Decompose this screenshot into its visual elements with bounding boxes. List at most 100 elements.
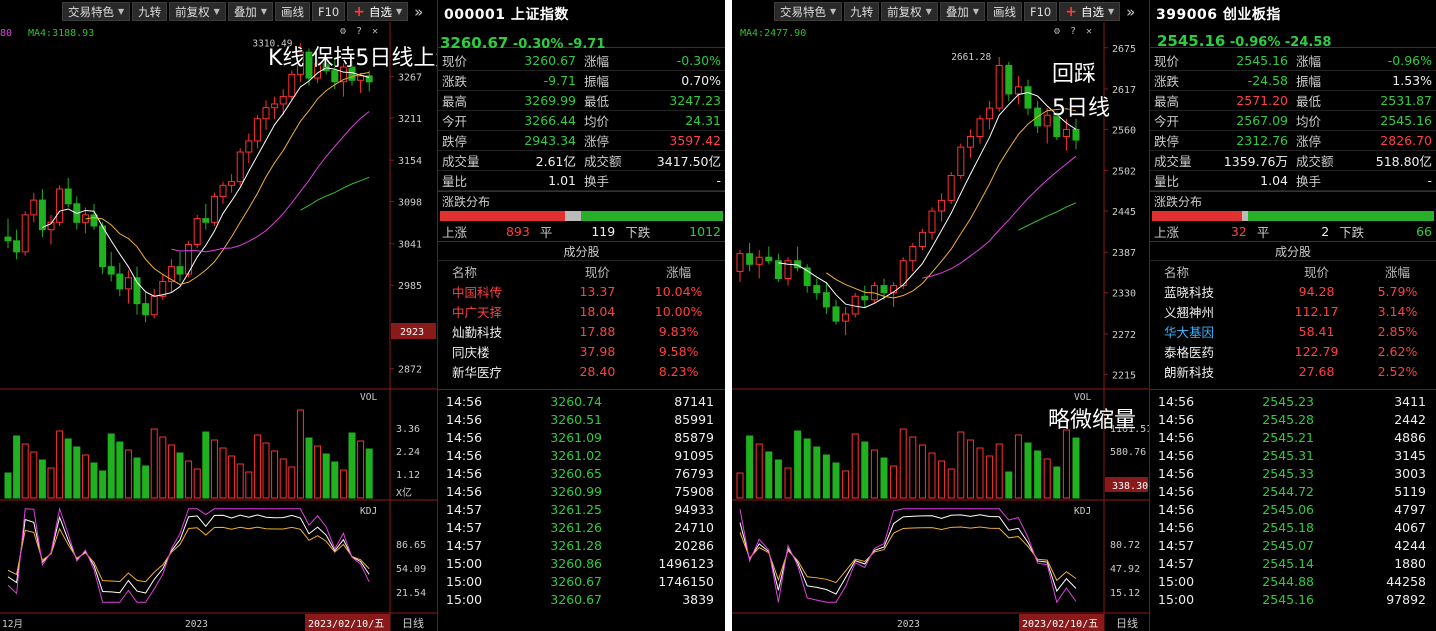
candle-body xyxy=(288,73,296,98)
tick-row: 14:56 2545.06 4797 xyxy=(1150,500,1436,518)
candle-body xyxy=(1014,86,1022,95)
field-value: 3247.23 xyxy=(669,93,721,108)
vol-bar xyxy=(1024,442,1032,499)
annotation-text: K线 保持5日线上走 xyxy=(268,46,458,71)
price-tick-label: 2985 xyxy=(398,281,422,292)
tick-volume: 3003 xyxy=(1394,465,1426,481)
tick-price: 3260.65 xyxy=(550,465,602,481)
field-value: 2571.20 xyxy=(1236,93,1288,108)
component-row[interactable]: 中广天择 18.04 10.00% xyxy=(438,301,725,321)
tick-price: 2544.72 xyxy=(1262,483,1314,499)
component-row[interactable]: 泰格医药 122.79 2.62% xyxy=(1150,341,1436,361)
candle-body xyxy=(966,136,974,148)
field-label: 今开 xyxy=(1154,114,1180,129)
component-row[interactable]: 朗新科技 27.68 2.52% xyxy=(1150,361,1436,381)
candle-body xyxy=(813,285,821,294)
vol-bar xyxy=(947,468,955,499)
tick-price: 2545.07 xyxy=(1262,537,1314,553)
field-value: 3266.44 xyxy=(524,113,576,128)
right-quote-panel: 399006 创业板指 2545.16 -0.96% -24.58 现价 2545… xyxy=(1149,0,1436,631)
tick-row: 14:56 3260.99 75908 xyxy=(438,482,725,500)
xaxis-year: 2023 xyxy=(897,619,920,630)
stock-price: 122.79 xyxy=(1294,343,1339,359)
tick-time: 14:56 xyxy=(446,483,483,499)
tick-volume: 44258 xyxy=(1386,573,1426,589)
candle-body xyxy=(210,195,218,223)
tick-time: 14:56 xyxy=(446,465,483,481)
field-label: 涨跌 xyxy=(1154,74,1180,89)
ma-line-20 xyxy=(922,155,1077,279)
kdj-line xyxy=(7,514,370,594)
vol-bar xyxy=(133,457,141,499)
field-value: 2545.16 xyxy=(1236,53,1288,68)
index-name: 创业板指 xyxy=(1222,7,1281,23)
price-tick-label: 2502 xyxy=(1112,167,1136,178)
vol-bar xyxy=(305,437,313,499)
vol-bar xyxy=(365,448,373,499)
left-chart-area[interactable]: 交易特色 ▼ 九转 前复权 ▼ 叠加 ▼ 画线 F10 + 自选 ▼ » 80 MA4:31… xyxy=(0,0,457,631)
candle-body xyxy=(736,253,744,272)
stock-price: 112.17 xyxy=(1294,303,1339,319)
candle-body xyxy=(116,273,124,290)
vol-bar xyxy=(193,468,201,499)
tick-volume: 1746150 xyxy=(658,573,714,589)
tick-time: 14:56 xyxy=(446,411,483,427)
candle-body xyxy=(1072,128,1080,141)
flat-label: 平 xyxy=(539,224,553,240)
change-percent: -0.96% xyxy=(1229,35,1281,50)
stock-price: 17.88 xyxy=(579,323,616,339)
price-line: 2545.16 -0.96% -24.58 xyxy=(1150,32,1331,50)
vol-bar xyxy=(176,452,184,499)
stock-name: 义翘神州 xyxy=(1164,304,1215,320)
candle-body xyxy=(245,140,253,153)
tick-time: 14:57 xyxy=(446,519,483,535)
dist-bar xyxy=(440,211,723,221)
candle-body xyxy=(30,199,38,216)
stock-change: 9.58% xyxy=(658,343,699,359)
tick-price: 2545.16 xyxy=(1262,591,1314,607)
field-label: 涨幅 xyxy=(1296,54,1322,69)
right-chart-area[interactable]: 交易特色 ▼ 九转 前复权 ▼ 叠加 ▼ 画线 F10 + 自选 ▼ » MA4:2477… xyxy=(732,0,1149,631)
candle-body xyxy=(107,266,115,275)
tick-volume: 2442 xyxy=(1394,411,1426,427)
component-row[interactable]: 义翘神州 112.17 3.14% xyxy=(1150,301,1436,321)
change-percent: -0.30% xyxy=(512,37,564,52)
component-row[interactable]: 蓝晓科技 94.28 5.79% xyxy=(1150,281,1436,301)
component-row[interactable]: 灿勤科技 17.88 9.83% xyxy=(438,321,725,341)
vol-title: VOL xyxy=(360,392,377,403)
annotation-text-3: 略微缩量 xyxy=(1048,408,1137,433)
kdj-line xyxy=(739,526,1077,584)
xaxis-year: 2023 xyxy=(185,619,208,630)
field-value: 0.70% xyxy=(681,73,721,88)
field-value: 2567.09 xyxy=(1236,113,1288,128)
flat-label: 平 xyxy=(1256,224,1270,240)
tick-row: 15:00 3260.67 1746150 xyxy=(438,572,725,590)
component-row[interactable]: 华大基因 58.41 2.85% xyxy=(1150,321,1436,341)
component-row[interactable]: 新华医疗 28.40 8.23% xyxy=(438,361,725,381)
tick-time: 14:56 xyxy=(1158,483,1195,499)
ma-line-40 xyxy=(1018,202,1077,231)
field-label: 量比 xyxy=(442,174,468,189)
ma4-legend: MA4:2477.90 xyxy=(740,28,806,39)
vol-bar xyxy=(842,470,850,499)
tick-price: 3261.25 xyxy=(550,501,602,517)
field-value: - xyxy=(1427,173,1432,188)
field-label: 换手 xyxy=(584,174,610,189)
candle-body xyxy=(928,210,936,233)
tick-time: 14:56 xyxy=(1158,429,1195,445)
tick-volume: 20286 xyxy=(674,537,714,553)
column-header: 现价 xyxy=(1304,264,1330,280)
component-row[interactable]: 同庆楼 37.98 9.58% xyxy=(438,341,725,361)
tick-time: 14:57 xyxy=(1158,537,1195,553)
field-label: 最低 xyxy=(1296,94,1322,109)
candle-body xyxy=(236,151,244,183)
candle-body xyxy=(822,292,830,308)
candle-body xyxy=(99,225,107,268)
tick-row: 14:57 3261.26 24710 xyxy=(438,518,725,536)
vol-bar xyxy=(1014,434,1022,499)
kdj-line xyxy=(739,508,1077,604)
price-tick-label: 2617 xyxy=(1112,85,1136,96)
component-row[interactable]: 中国科传 13.37 10.04% xyxy=(438,281,725,301)
candle-body xyxy=(1043,114,1051,127)
vol-bar xyxy=(279,458,287,499)
